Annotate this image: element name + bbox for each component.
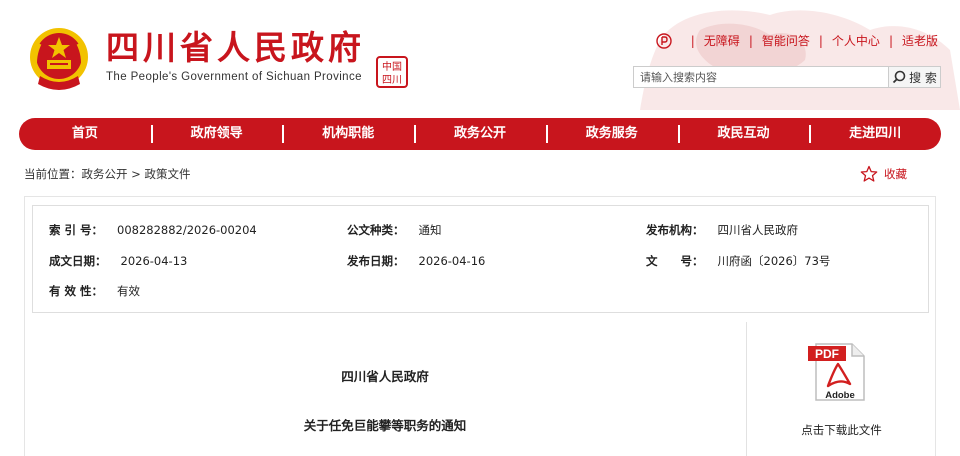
national-emblem-icon [30, 28, 88, 90]
sichuan-map-background [640, 10, 960, 110]
meta-validity: 有 效 性： 有效 [49, 283, 140, 299]
meta-label: 成文日期： [49, 254, 107, 268]
meta-label: 发布机构： [646, 223, 704, 237]
search-input[interactable] [633, 66, 889, 88]
download-file-link[interactable]: 点击下载此文件 [747, 422, 936, 438]
favorite-button[interactable]: 收藏 [860, 165, 907, 183]
meta-doc-type: 公文种类： 通知 [347, 222, 442, 238]
top-link-smart-qa[interactable]: 智能问答 [762, 32, 810, 49]
nav-item-about-sichuan[interactable]: 走进四川 [809, 118, 941, 150]
pdf-label: PDF [815, 347, 839, 361]
separator: | [690, 33, 695, 48]
document-issuer: 四川省人民政府 [341, 369, 429, 384]
pdf-file-icon[interactable]: PDF Adobe [806, 340, 870, 404]
top-link-accessibility[interactable]: 无障碍 [704, 32, 740, 49]
svg-text:中国: 中国 [382, 60, 402, 73]
china-sichuan-seal-icon: 中国 四川 [376, 56, 408, 88]
top-link-personal-center[interactable]: 个人中心 [832, 32, 880, 49]
main-nav: 首页 政府领导 机构职能 政务公开 政务服务 政民互动 走进四川 [19, 118, 941, 150]
meta-value: 有效 [117, 284, 141, 298]
site-subtitle: The People's Government of Sichuan Provi… [106, 71, 362, 83]
separator: | [888, 33, 893, 48]
top-link-elderly-mode[interactable]: 适老版 [902, 32, 938, 49]
meta-publish-date: 发布日期： 2026-04-16 [347, 253, 485, 269]
meta-value: 通知 [418, 223, 442, 237]
meta-index-no: 索 引 号： 008282882/2026-00204 [49, 222, 257, 238]
meta-label: 有 效 性： [49, 284, 104, 298]
document-title: 关于任免巨能攀等职务的通知 [303, 418, 467, 433]
meta-value: 2026-04-13 [120, 254, 188, 268]
nav-item-organizations[interactable]: 机构职能 [282, 118, 414, 150]
search-icon [892, 70, 906, 84]
meta-label: 文 号： [646, 254, 704, 268]
nav-item-leaders[interactable]: 政府领导 [150, 118, 283, 150]
nav-item-public-affairs[interactable]: 政务公开 [414, 118, 546, 150]
meta-value: 2026-04-16 [418, 254, 486, 268]
meta-value: 四川省人民政府 [717, 223, 799, 237]
meta-doc-no: 文 号： 川府函〔2026〕73号 [646, 253, 830, 269]
document-meta-table: 索 引 号： 008282882/2026-00204 公文种类： 通知 发布机构：… [32, 205, 929, 313]
breadcrumb: 当前位置：政务公开 > 政策文件 [24, 167, 191, 181]
nav-item-services[interactable]: 政务服务 [545, 118, 678, 150]
meta-value: 008282882/2026-00204 [117, 223, 257, 237]
nav-item-home[interactable]: 首页 [19, 118, 151, 150]
adobe-label: Adobe [825, 390, 855, 401]
top-links: | 无障碍 | 智能问答 | 个人中心 | 适老版 [656, 32, 938, 49]
meta-created-date: 成文日期： 2026-04-13 [49, 253, 187, 269]
meta-label: 发布日期： [347, 254, 405, 268]
meta-label: 公文种类： [347, 223, 405, 237]
separator: | [748, 33, 753, 48]
meta-value: 川府函〔2026〕73号 [717, 254, 831, 268]
star-icon [860, 165, 878, 182]
favorite-label: 收藏 [884, 167, 907, 181]
accessibility-icon[interactable] [656, 32, 672, 49]
site-header: 四川省人民政府 The People's Government of Sichu… [0, 0, 960, 112]
separator: | [818, 33, 823, 48]
svg-text:四川: 四川 [382, 75, 402, 86]
site-title: 四川省人民政府 [106, 28, 365, 67]
meta-issuer: 发布机构： 四川省人民政府 [646, 222, 798, 238]
nav-item-interaction[interactable]: 政民互动 [677, 118, 810, 150]
meta-label: 索 引 号： [49, 223, 104, 237]
search-button-label: 搜 索 [909, 70, 937, 85]
search-button[interactable]: 搜 索 [889, 66, 941, 88]
